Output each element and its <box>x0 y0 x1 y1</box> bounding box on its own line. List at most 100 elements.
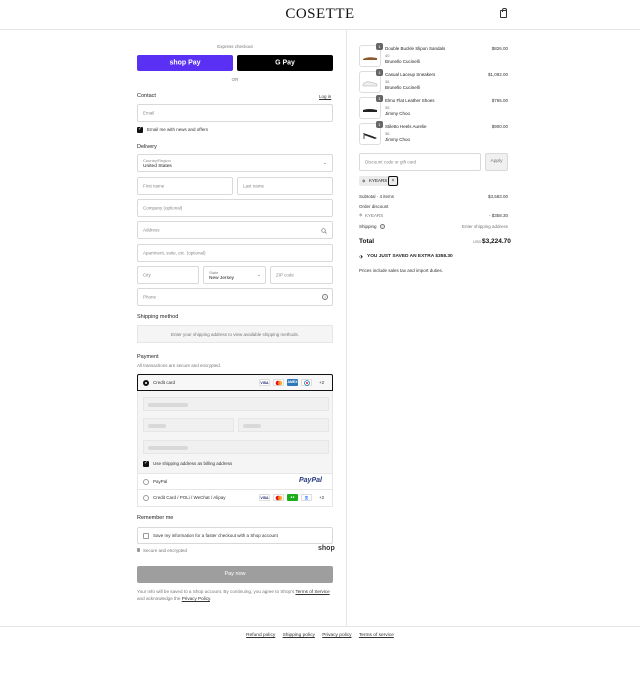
pay-now-button[interactable]: Pay now <box>137 566 333 583</box>
item-brand: Brunello Cucinelli <box>385 59 420 64</box>
item-name: Elmo Flat Leather Shoes <box>385 98 435 103</box>
last-name-placeholder: Last name <box>243 183 265 189</box>
first-name-field[interactable]: First name <box>137 177 233 195</box>
phone-field[interactable]: Phone ? <box>137 288 333 306</box>
newsletter-checkbox[interactable] <box>137 126 143 133</box>
item-brand: Brunello Cucinelli <box>385 85 420 90</box>
card-details-panel: Use shipping address as billing address <box>137 391 333 474</box>
card-number-field[interactable] <box>143 397 329 411</box>
lock-icon <box>137 548 140 552</box>
more-methods-badge: +2 <box>319 495 325 500</box>
privacy-policy-link[interactable]: Privacy policy <box>322 633 351 638</box>
item-price: $765.00 <box>491 98 508 103</box>
payment-title: Payment <box>137 354 159 360</box>
item-name: Casual Laceup Sneakers <box>385 72 436 77</box>
total-label: Total <box>359 238 375 245</box>
secure-label: Secure and encrypted <box>143 548 188 553</box>
order-discount-code: KYEARS <box>365 213 384 218</box>
amex-icon: AMEX <box>287 379 298 386</box>
item-brand: Jimmy Choo <box>385 111 411 116</box>
expiry-field[interactable] <box>143 418 234 432</box>
remember-title: Remember me <box>137 515 174 521</box>
company-field[interactable]: Company (optional) <box>137 199 333 217</box>
savings-message: YOU JUST SAVED AN EXTRA $358.30 <box>367 254 453 259</box>
item-brand: Jimmy Choo <box>385 137 411 142</box>
apartment-placeholder: Apartment, suite, etc. (optional) <box>143 250 206 256</box>
address-field[interactable]: Address <box>137 221 333 239</box>
currency-code: USD <box>473 239 482 244</box>
email-field[interactable]: Email <box>137 104 333 122</box>
subtotal-value: $3,583.00 <box>487 194 508 199</box>
item-price: $826.00 <box>491 46 508 51</box>
quantity-badge: 1 <box>376 43 383 50</box>
refund-policy-link[interactable]: Refund policy <box>246 633 275 638</box>
discount-tag-code: KYEARS <box>369 178 388 183</box>
store-logo[interactable]: COSETTE <box>0 6 640 23</box>
paypal-label: PayPal <box>153 479 168 484</box>
more-cards-badge: +2 <box>319 380 325 385</box>
shop-pay-button[interactable]: shop Pay <box>137 55 233 71</box>
shopping-bag-icon[interactable] <box>500 8 507 18</box>
wechat-icon: ●● <box>287 494 298 501</box>
credit-card-radio[interactable] <box>143 380 149 386</box>
total-value: $3,224.70 <box>482 238 511 245</box>
search-icon <box>321 228 327 234</box>
shipping-method-box: Enter your shipping address to view avai… <box>137 325 333 343</box>
or-separator: OR <box>231 77 239 82</box>
alt-payment-radio[interactable] <box>143 495 149 501</box>
item-size: 36 <box>385 131 390 136</box>
discount-tag: ⬗ KYEARS × <box>359 176 399 186</box>
terms-of-service-link[interactable]: Terms of service <box>359 633 394 638</box>
shipping-label: Shipping <box>359 224 377 229</box>
expiry-skeleton <box>148 424 166 428</box>
shop-logo: shop <box>318 545 335 552</box>
legal-text-3: . <box>209 596 212 601</box>
country-select[interactable]: Country/Region United States ⌄ <box>137 154 333 172</box>
subtotal-label: Subtotal · 4 items <box>359 194 395 199</box>
paypal-option[interactable]: PayPal PayPal <box>137 474 333 490</box>
visa-icon: VISA <box>259 494 270 501</box>
cvv-skeleton <box>243 424 261 428</box>
help-icon[interactable]: ? <box>322 294 328 300</box>
remember-me-box[interactable]: Save my information for a faster checkou… <box>137 527 333 544</box>
shop-pay-label: shop Pay <box>169 59 201 67</box>
apartment-field[interactable]: Apartment, suite, etc. (optional) <box>137 244 333 262</box>
quantity-badge: 1 <box>376 95 383 102</box>
item-size: 35 <box>385 105 390 110</box>
city-placeholder: City <box>143 272 151 278</box>
city-field[interactable]: City <box>137 266 199 284</box>
cardholder-skeleton <box>148 446 188 450</box>
discount-value: - $358.30 <box>488 213 508 218</box>
shipping-value: Enter shipping address <box>461 224 508 229</box>
remove-discount-icon[interactable]: × <box>388 176 398 186</box>
shipping-policy-link[interactable]: Shipping policy <box>283 633 315 638</box>
address-placeholder: Address <box>143 227 160 233</box>
savings-tag-icon: ⬗ <box>359 254 363 260</box>
shipping-method-note: Enter your shipping address to view avai… <box>170 332 300 337</box>
state-select[interactable]: State New Jersey ⌄ <box>203 266 266 284</box>
footer-divider <box>0 626 640 627</box>
alt-payment-option[interactable]: Credit Card / POLi / WeChat / Alipay VIS… <box>137 490 333 507</box>
cardholder-field[interactable] <box>143 440 329 454</box>
legal-text: Your info will be saved to a Shop accoun… <box>137 588 333 602</box>
country-value: United States <box>143 164 172 169</box>
cvv-field[interactable] <box>238 418 329 432</box>
privacy-link[interactable]: Privacy Policy <box>182 596 210 601</box>
billing-same-checkbox[interactable] <box>143 460 149 467</box>
info-icon[interactable]: ? <box>380 224 385 229</box>
google-pay-button[interactable]: G Pay <box>237 55 333 71</box>
quantity-badge: 1 <box>376 69 383 76</box>
zip-field[interactable]: ZIP code <box>270 266 333 284</box>
last-name-field[interactable]: Last name <box>237 177 333 195</box>
login-link[interactable]: Log in <box>319 94 331 99</box>
remember-checkbox[interactable] <box>143 533 149 539</box>
header: COSETTE <box>0 0 640 30</box>
chevron-down-icon: ⌄ <box>256 272 261 278</box>
google-pay-label: G Pay <box>275 59 295 67</box>
discount-code-field[interactable]: Discount code or gift card <box>359 153 481 171</box>
terms-link[interactable]: Terms of Service <box>295 589 329 594</box>
paypal-radio[interactable] <box>143 479 149 485</box>
credit-card-option[interactable]: Credit card VISA AMEX +2 <box>137 374 333 391</box>
country-label: Country/Region <box>143 158 171 163</box>
apply-button[interactable]: Apply <box>485 153 508 171</box>
